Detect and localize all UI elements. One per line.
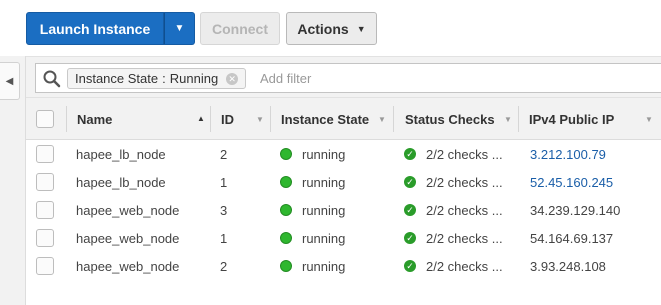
- running-status-icon: [280, 148, 292, 160]
- toolbar: Launch Instance ▼ Connect Actions ▼: [0, 0, 661, 56]
- table-body: hapee_lb_node 2 running ✓ 2/2 checks ...…: [26, 140, 661, 280]
- sort-ascending-icon[interactable]: ▲: [197, 114, 205, 123]
- column-header-instance-state[interactable]: Instance State: [281, 98, 369, 140]
- table-row[interactable]: hapee_web_node 2 running ✓ 2/2 checks ..…: [26, 252, 661, 280]
- cell-id: 2: [220, 146, 228, 162]
- cell-id: 1: [220, 174, 228, 190]
- cell-ipv4-public-ip[interactable]: 52.45.160.245: [530, 168, 613, 196]
- caret-down-icon: ▼: [356, 23, 366, 34]
- add-filter-placeholder[interactable]: Add filter: [260, 71, 311, 86]
- cell-status-checks: ✓ 2/2 checks ...: [404, 224, 503, 252]
- cell-name: hapee_web_node: [76, 230, 180, 246]
- column-header-id[interactable]: ID: [221, 98, 234, 140]
- filter-token-value: Running: [169, 71, 219, 86]
- cell-name: hapee_lb_node: [76, 146, 166, 162]
- running-status-icon: [280, 232, 292, 244]
- cell-name: hapee_web_node: [76, 258, 180, 274]
- check-passed-icon: ✓: [404, 176, 416, 188]
- sort-caret-icon[interactable]: ▼: [645, 115, 653, 124]
- row-checkbox[interactable]: [36, 201, 54, 219]
- search-icon: [43, 70, 61, 88]
- cell-instance-state: running: [280, 196, 345, 224]
- row-checkbox[interactable]: [36, 145, 54, 163]
- table-row[interactable]: hapee_web_node 1 running ✓ 2/2 checks ..…: [26, 224, 661, 252]
- sort-caret-icon[interactable]: ▼: [504, 115, 512, 124]
- running-status-icon: [280, 260, 292, 272]
- instance-state-text: running: [302, 230, 346, 246]
- column-header-ipv4-public-ip[interactable]: IPv4 Public IP: [529, 98, 614, 140]
- column-divider: [66, 106, 67, 132]
- instance-state-text: running: [302, 174, 346, 190]
- caret-down-icon: ▼: [174, 23, 185, 34]
- cell-status-checks: ✓ 2/2 checks ...: [404, 140, 503, 168]
- check-passed-icon: ✓: [404, 148, 416, 160]
- cell-ipv4-public-ip[interactable]: 3.212.100.79: [530, 140, 606, 168]
- table-row[interactable]: hapee_web_node 3 running ✓ 2/2 checks ..…: [26, 196, 661, 224]
- table-row[interactable]: hapee_lb_node 2 running ✓ 2/2 checks ...…: [26, 140, 661, 168]
- check-passed-icon: ✓: [404, 204, 416, 216]
- running-status-icon: [280, 204, 292, 216]
- cell-instance-state: running: [280, 140, 345, 168]
- caret-left-icon: ◀: [5, 75, 14, 87]
- cell-name: hapee_lb_node: [76, 174, 166, 190]
- filter-token[interactable]: Instance State : Running ✕: [67, 68, 247, 89]
- select-all-checkbox[interactable]: [36, 110, 54, 128]
- table-header: Name ▲ ID ▼ Instance State ▼ Status Chec…: [26, 98, 661, 140]
- cell-name: hapee_web_node: [76, 202, 180, 218]
- instances-table: Name ▲ ID ▼ Instance State ▼ Status Chec…: [26, 98, 661, 280]
- cell-id: 3: [220, 202, 228, 218]
- check-passed-icon: ✓: [404, 232, 416, 244]
- cell-status-checks: ✓ 2/2 checks ...: [404, 252, 503, 280]
- cell-id: 2: [220, 258, 228, 274]
- cell-instance-state: running: [280, 168, 345, 196]
- cell-status-checks: ✓ 2/2 checks ...: [404, 168, 503, 196]
- cell-status-checks: ✓ 2/2 checks ...: [404, 196, 503, 224]
- status-checks-text[interactable]: 2/2 checks ...: [426, 203, 503, 218]
- launch-instance-dropdown-button[interactable]: ▼: [164, 12, 195, 45]
- connect-button[interactable]: Connect: [200, 12, 280, 45]
- column-divider: [210, 106, 211, 132]
- column-divider: [393, 106, 394, 132]
- status-checks-text[interactable]: 2/2 checks ...: [426, 231, 503, 246]
- check-passed-icon: ✓: [404, 260, 416, 272]
- remove-filter-icon[interactable]: ✕: [226, 72, 239, 85]
- column-divider: [270, 106, 271, 132]
- cell-ipv4-public-ip: 3.93.248.108: [530, 258, 606, 274]
- status-checks-text[interactable]: 2/2 checks ...: [426, 259, 503, 274]
- row-checkbox[interactable]: [36, 229, 54, 247]
- row-checkbox[interactable]: [36, 173, 54, 191]
- row-checkbox[interactable]: [36, 257, 54, 275]
- sort-caret-icon[interactable]: ▼: [378, 115, 386, 124]
- running-status-icon: [280, 176, 292, 188]
- cell-instance-state: running: [280, 224, 345, 252]
- filter-token-key: Instance State: [75, 71, 159, 86]
- column-header-name[interactable]: Name: [77, 98, 112, 140]
- sort-caret-icon[interactable]: ▼: [256, 115, 264, 124]
- column-divider: [518, 106, 519, 132]
- cell-ipv4-public-ip: 54.164.69.137: [530, 230, 614, 246]
- launch-instance-button[interactable]: Launch Instance: [26, 12, 164, 45]
- status-checks-text[interactable]: 2/2 checks ...: [426, 147, 503, 162]
- cell-ipv4-public-ip: 34.239.129.140: [530, 202, 621, 218]
- actions-button[interactable]: Actions ▼: [286, 12, 377, 45]
- instance-state-text: running: [302, 258, 346, 274]
- cell-instance-state: running: [280, 252, 345, 280]
- status-checks-text[interactable]: 2/2 checks ...: [426, 175, 503, 190]
- cell-id: 1: [220, 230, 228, 246]
- collapse-panel-button[interactable]: ◀: [0, 62, 20, 100]
- instance-state-text: running: [302, 146, 346, 162]
- filter-input[interactable]: Instance State : Running ✕ Add filter: [35, 63, 661, 93]
- filter-bar: Instance State : Running ✕ Add filter: [26, 56, 661, 98]
- actions-label: Actions: [297, 20, 349, 37]
- column-header-status-checks[interactable]: Status Checks: [405, 98, 495, 140]
- filter-token-separator: :: [162, 71, 166, 86]
- table-row[interactable]: hapee_lb_node 1 running ✓ 2/2 checks ...…: [26, 168, 661, 196]
- instance-state-text: running: [302, 202, 346, 218]
